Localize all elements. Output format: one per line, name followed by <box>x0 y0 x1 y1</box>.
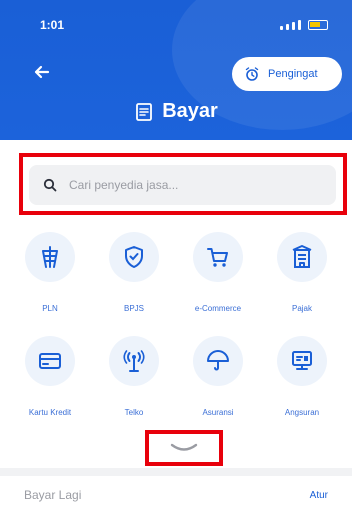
search-input[interactable] <box>69 178 309 192</box>
section-divider <box>0 468 352 476</box>
chevron-down-icon <box>170 443 198 451</box>
page-title: Bayar <box>162 100 218 122</box>
card-icon <box>39 353 61 369</box>
bayar-lagi-heading: Bayar Lagi <box>24 488 82 502</box>
category-label: e-Commerce <box>194 304 242 313</box>
back-button[interactable] <box>30 62 54 86</box>
expand-button[interactable] <box>164 440 204 456</box>
shield-icon <box>125 246 143 268</box>
category-label: Kartu Kredit <box>28 408 72 417</box>
installment-icon <box>292 351 312 370</box>
battery-icon <box>308 20 328 30</box>
status-icons <box>280 20 328 30</box>
status-bar: 1:01 <box>0 14 352 36</box>
signal-bar <box>292 22 295 30</box>
category-icon-bg <box>109 232 159 282</box>
category-icon-bg <box>277 232 327 282</box>
category-icon-bg <box>109 336 159 386</box>
signal-bar <box>286 24 289 30</box>
umbrella-icon <box>207 350 229 371</box>
signal-bar <box>298 20 301 30</box>
category-label: Pajak <box>291 304 312 313</box>
antenna-icon <box>123 350 145 372</box>
search-bar[interactable] <box>29 165 336 205</box>
category-label: BPJS <box>123 304 144 313</box>
category-icon-bg <box>193 232 243 282</box>
category-icon-bg <box>193 336 243 386</box>
category-bpjs[interactable]: BPJS <box>92 232 176 332</box>
bill-icon <box>136 102 153 121</box>
header: 1:01 Pengingat Bayar <box>0 0 352 140</box>
category-icon-bg <box>25 336 75 386</box>
category-kartu-kredit[interactable]: Kartu Kredit <box>8 336 92 436</box>
pengingat-button[interactable]: Pengingat <box>232 57 342 91</box>
category-ecommerce[interactable]: e-Commerce <box>176 232 260 332</box>
category-pajak[interactable]: Pajak <box>260 232 344 332</box>
building-icon <box>292 245 312 268</box>
cart-icon <box>207 248 228 267</box>
alarm-clock-icon <box>245 67 259 81</box>
category-icon-bg <box>25 232 75 282</box>
category-asuransi[interactable]: Asuransi <box>176 336 260 436</box>
category-label: Angsuran <box>284 408 320 417</box>
category-angsuran[interactable]: Angsuran <box>260 336 344 436</box>
signal-icon <box>280 26 283 30</box>
search-icon <box>43 178 57 192</box>
back-arrow-icon <box>34 65 50 79</box>
category-label: Telko <box>124 408 144 417</box>
atur-link[interactable]: Atur <box>310 490 328 501</box>
category-pln[interactable]: PLN <box>8 232 92 332</box>
pengingat-label: Pengingat <box>268 68 318 80</box>
category-label: PLN <box>42 304 58 313</box>
category-label: Asuransi <box>202 408 234 417</box>
category-telko[interactable]: Telko <box>92 336 176 436</box>
status-time: 1:01 <box>40 18 65 32</box>
page-title-group: Bayar <box>0 100 352 123</box>
pln-icon <box>42 246 58 268</box>
category-icon-bg <box>277 336 327 386</box>
